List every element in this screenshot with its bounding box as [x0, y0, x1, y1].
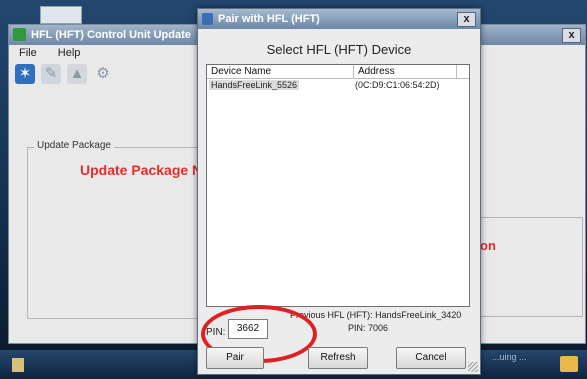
dialog-heading: Select HFL (HFT) Device	[266, 42, 412, 57]
column-address[interactable]: Address	[354, 65, 457, 78]
start-icon[interactable]	[12, 358, 24, 372]
device-name: HandsFreeLink_5526	[209, 80, 300, 90]
previous-pin-label: PIN: 7006	[348, 323, 389, 333]
right-status-panel: on	[477, 217, 583, 317]
pair-button[interactable]: Pair	[206, 347, 264, 369]
bluetooth-icon[interactable]: ✶	[15, 64, 35, 84]
menu-help[interactable]: Help	[58, 47, 81, 59]
menu-file[interactable]: File	[19, 47, 37, 59]
dialog-close-button[interactable]: x	[457, 12, 476, 27]
desktop-icon[interactable]	[40, 6, 82, 24]
main-window-title: HFL (HFT) Control Unit Update	[31, 29, 191, 41]
folder-icon[interactable]	[560, 356, 578, 372]
previous-device-label: Previous HFL (HFT): HandsFreeLink_3420	[290, 310, 462, 320]
dialog-title: Pair with HFL (HFT)	[218, 13, 320, 25]
resize-grip[interactable]	[468, 362, 478, 372]
dialog-titlebar[interactable]: Pair with HFL (HFT) x	[198, 9, 480, 29]
update-status-text: Update Package Not	[80, 162, 216, 178]
update-package-label: Update Package	[34, 140, 114, 151]
gear-icon[interactable]: ⚙	[93, 64, 113, 84]
car-icon[interactable]: ▲	[67, 64, 87, 84]
right-status-text: on	[480, 238, 496, 253]
pair-dialog: Pair with HFL (HFT) x Select HFL (HFT) D…	[197, 8, 481, 375]
device-list-header: Device Name Address	[207, 65, 469, 79]
cancel-button[interactable]: Cancel	[396, 347, 466, 369]
tray-text: ...uing ...	[492, 352, 527, 362]
refresh-button[interactable]: Refresh	[308, 347, 368, 369]
app-icon	[13, 28, 26, 41]
dialog-app-icon	[202, 13, 213, 25]
device-row[interactable]: HandsFreeLink_5526 (0C:D9:C1:06:54:2D)	[207, 79, 469, 92]
update-package-group: Update Package Update Package Not	[27, 140, 215, 319]
device-address: (0C:D9:C1:06:54:2D)	[355, 80, 440, 90]
device-list[interactable]: Device Name Address HandsFreeLink_5526 (…	[206, 64, 470, 307]
column-device-name[interactable]: Device Name	[207, 65, 354, 78]
main-close-button[interactable]: x	[562, 28, 581, 43]
document-edit-icon[interactable]: ✎	[41, 64, 61, 84]
